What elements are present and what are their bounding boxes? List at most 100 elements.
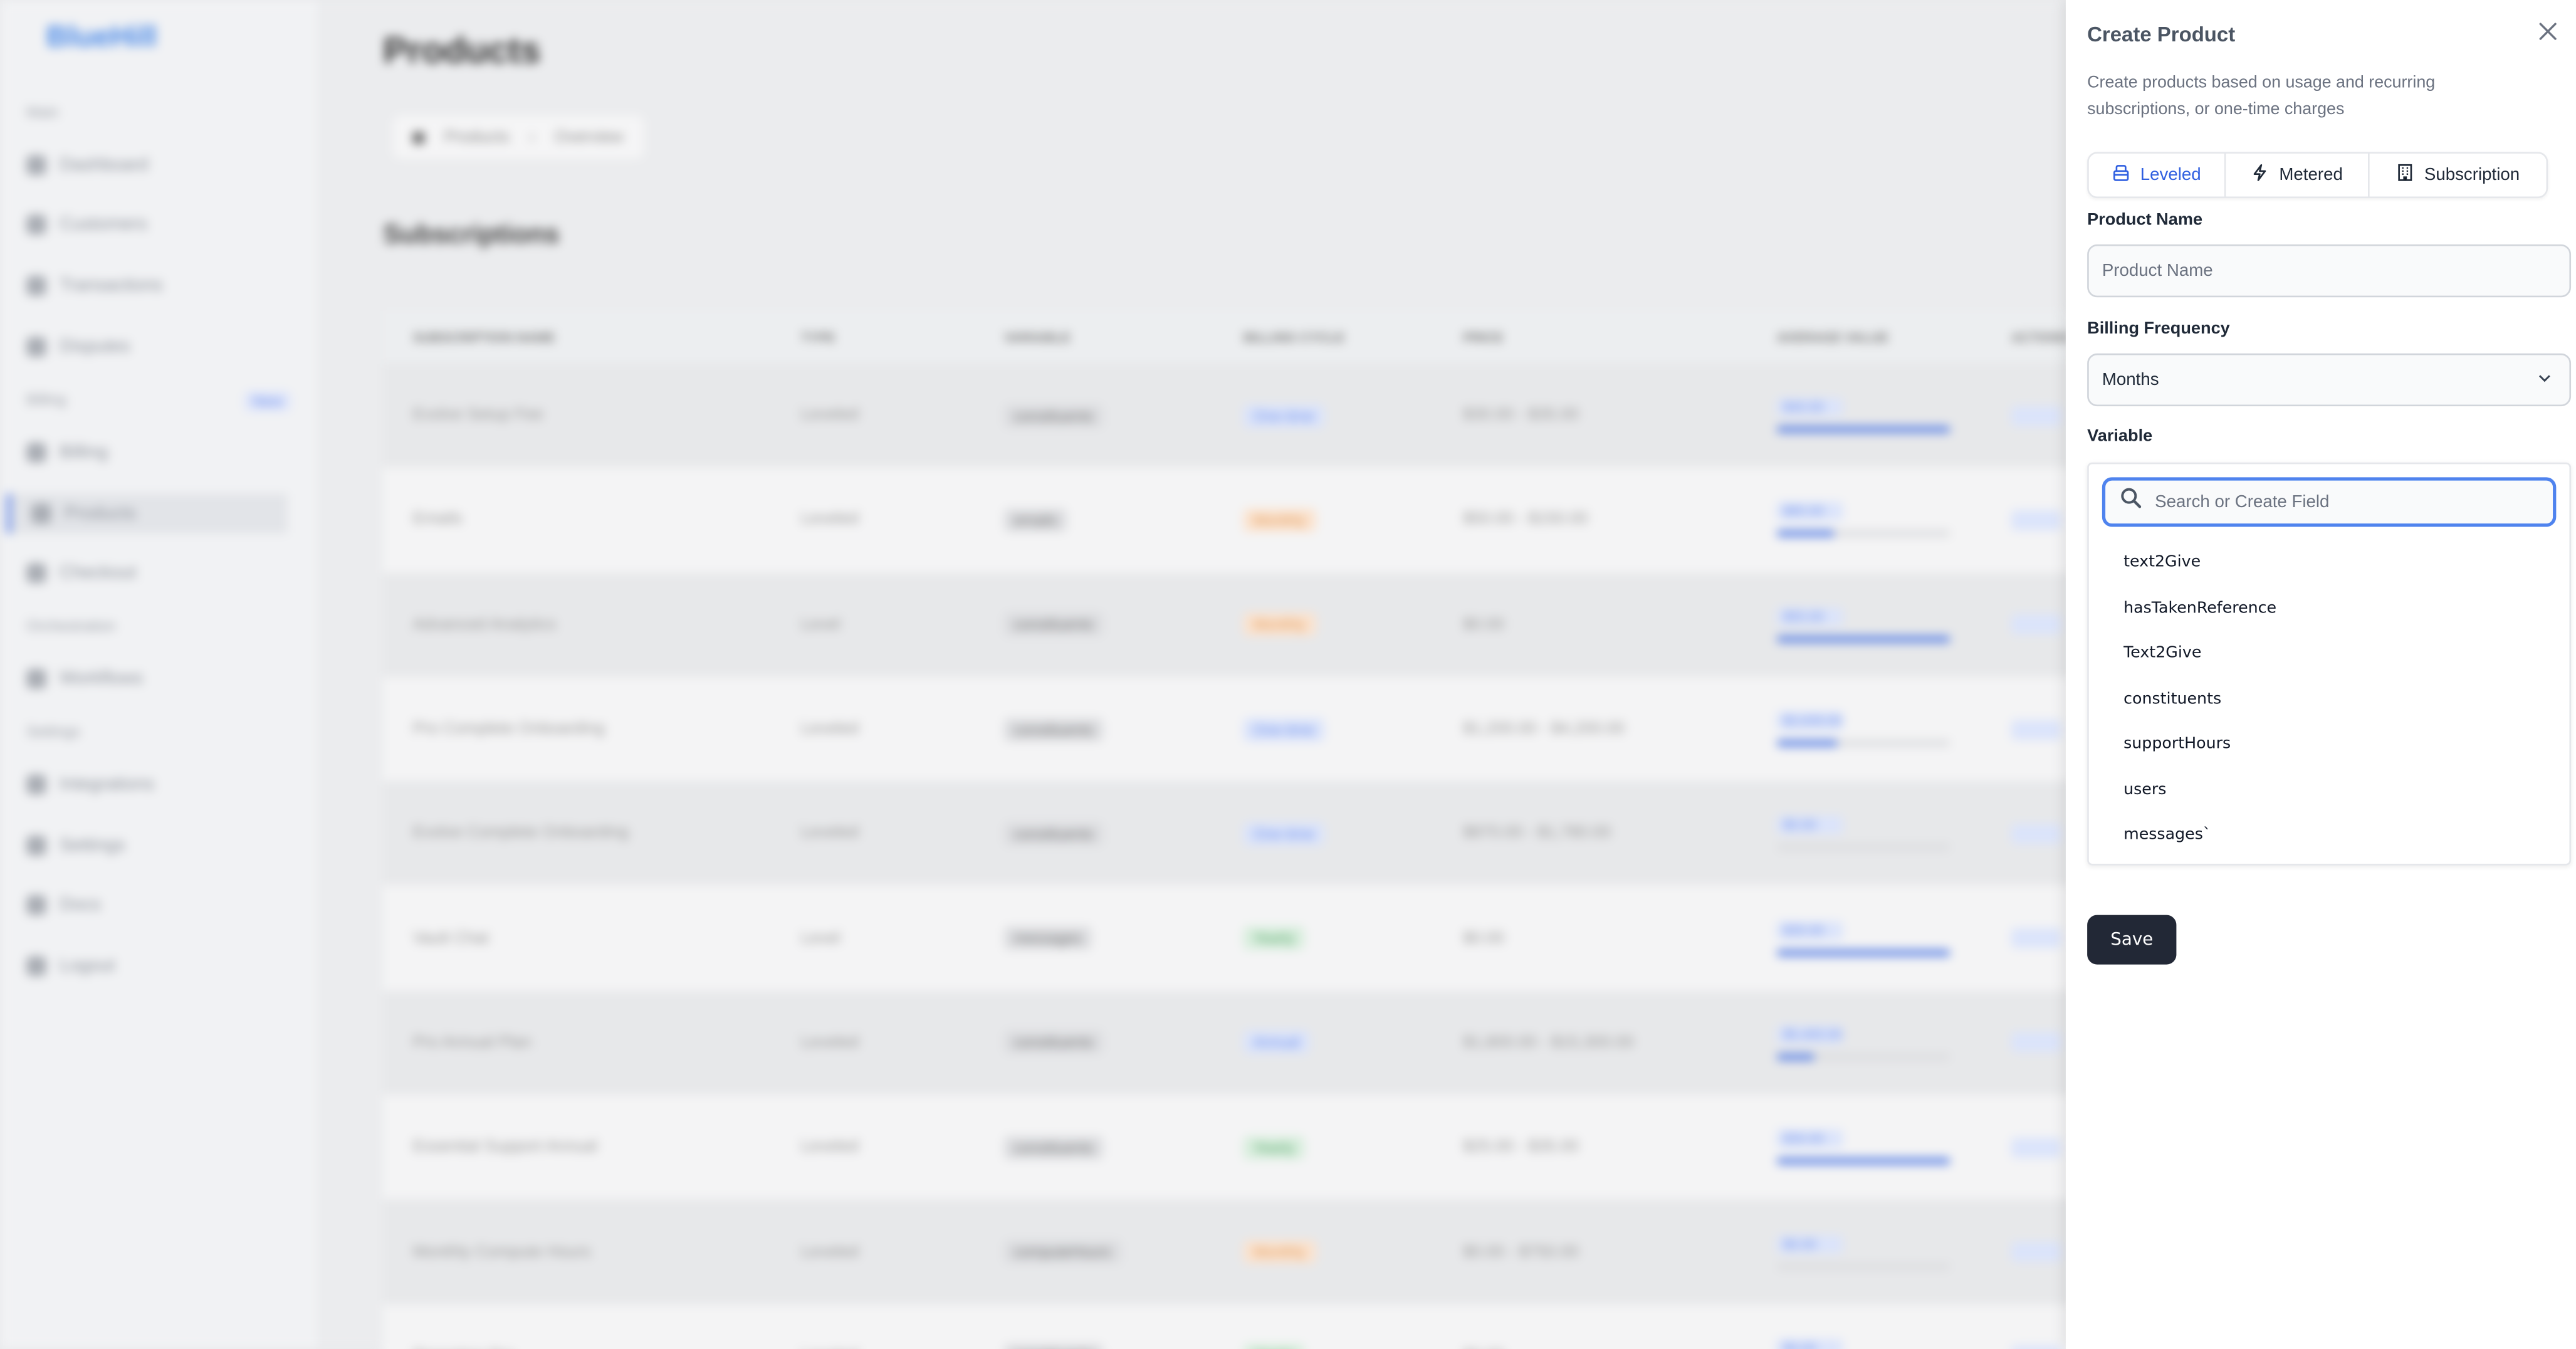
average-value: $0.00 <box>1776 1339 1950 1349</box>
price: $30.00 - $35.00 <box>1463 406 1579 425</box>
column-header: VARIABLE <box>1003 329 1071 345</box>
product-type-tabs: Leveled Metered Subscription <box>2087 152 2548 199</box>
action-button[interactable] <box>2011 719 2061 740</box>
sidebar-item-settings[interactable]: Settings <box>26 826 307 865</box>
sidebar-item-disputes[interactable]: Disputes <box>26 327 307 367</box>
workflows-icon <box>26 669 46 689</box>
price: $0.00 - $750.00 <box>1463 1242 1579 1261</box>
chevron-right-icon: › <box>529 128 535 147</box>
customers-icon <box>26 214 46 235</box>
close-icon[interactable] <box>2535 18 2561 45</box>
price: $0.00 <box>1463 929 1505 948</box>
sidebar-item-label: Transactions <box>59 275 163 296</box>
variable-option[interactable]: users <box>2123 780 2166 799</box>
variable-pill: constituents <box>1003 404 1103 428</box>
sidebar-item-workflows[interactable]: Workflows <box>26 659 307 698</box>
column-header: BILLING CYCLE <box>1243 329 1345 345</box>
average-value: $2,630.00 <box>1776 711 1950 747</box>
sidebar-item-label: Docs <box>59 895 101 915</box>
breadcrumb-item[interactable]: Overview <box>555 128 624 146</box>
action-button[interactable] <box>2011 1137 2061 1158</box>
average-value-label: $30.00 <box>1776 1130 1843 1148</box>
subscription-name: Evolve Setup Fee <box>412 406 543 425</box>
sidebar-item-billing[interactable]: Billing <box>26 433 307 472</box>
average-value: $55.00 <box>1776 607 1950 643</box>
variable-search[interactable] <box>2102 477 2557 527</box>
product-name-input[interactable] <box>2087 244 2572 298</box>
action-button[interactable] <box>2011 1346 2061 1349</box>
variable-option[interactable]: messages` <box>2123 826 2211 844</box>
average-value-bar <box>1776 740 1950 747</box>
action-button[interactable] <box>2011 824 2061 844</box>
sidebar-item-docs[interactable]: Docs <box>26 885 307 925</box>
chevron-down-icon <box>2537 369 2553 391</box>
price: $1,800.00 - $15,300.00 <box>1463 1034 1634 1052</box>
action-button[interactable] <box>2011 406 2061 426</box>
save-button[interactable]: Save <box>2087 915 2177 965</box>
sidebar-item-integrations[interactable]: Integrations <box>26 765 307 804</box>
breadcrumb-item[interactable]: Products <box>444 128 510 146</box>
subscription-name: Essential Support Annual <box>412 1138 598 1157</box>
table-row[interactable]: Reporting ProLeveledconstituentsYearly$0… <box>383 1304 2084 1349</box>
table-row[interactable]: Pro Annual Plan Leveled constituents Annual… <box>383 990 2084 1095</box>
table-row[interactable]: Pro Complete Onboarding Leveled constituen… <box>383 676 2084 782</box>
variable-option[interactable]: supportHours <box>2123 735 2231 753</box>
tab-leveled[interactable]: Leveled <box>2089 154 2226 197</box>
action-button[interactable] <box>2011 928 2061 948</box>
variable-option[interactable]: constituents <box>2123 690 2221 708</box>
variable-pill: constituents <box>1003 822 1103 846</box>
billing-frequency-select[interactable]: Months <box>2087 353 2572 407</box>
billing-badge: One-time <box>1243 822 1324 846</box>
action-button[interactable] <box>2011 510 2061 530</box>
background-page: BlueHill Main Dashboard Customers Transacti… <box>0 0 2084 1349</box>
action-button[interactable] <box>2011 1032 2061 1053</box>
variable-pill: constituents <box>1003 613 1103 636</box>
sidebar-item-customers[interactable]: Customers <box>26 205 307 244</box>
type: Leveled <box>800 1138 859 1157</box>
variable-option[interactable]: text2Give <box>2123 554 2201 572</box>
logout-icon <box>26 956 46 977</box>
tab-metered[interactable]: Metered <box>2226 154 2370 197</box>
table-row[interactable]: Evolve Complete Onboarding Leveled constit… <box>383 781 2084 886</box>
sidebar: BlueHill Main Dashboard Customers Transacti… <box>0 0 321 1349</box>
subscription-name: Monthly Compute Hours <box>412 1242 591 1261</box>
variable-search-input[interactable] <box>2155 492 2518 512</box>
variable-label: Variable <box>2087 428 2153 446</box>
sidebar-item-label: Disputes <box>59 337 130 357</box>
type: Leveled <box>800 824 859 843</box>
table-row[interactable]: Emails Leveled emails Monthly $50.00 - $150.… <box>383 468 2084 573</box>
sidebar-item-transactions[interactable]: Transactions <box>26 266 307 305</box>
column-header: PRICE <box>1463 329 1504 345</box>
type: Leveled <box>800 511 859 530</box>
product-name-label: Product Name <box>2087 211 2203 230</box>
average-value-bar <box>1776 635 1950 643</box>
sidebar-item-label: Dashboard <box>59 155 149 176</box>
page-title: Products <box>383 29 541 71</box>
table-row[interactable]: Evolve Setup Fee Leveled constituents One-t… <box>383 363 2084 468</box>
price: $50.00 - $150.00 <box>1463 511 1588 530</box>
action-button[interactable] <box>2011 1242 2061 1262</box>
sidebar-item-logout[interactable]: Logout <box>26 947 307 986</box>
sidebar-item-checkout[interactable]: Checkout <box>26 554 307 593</box>
variable-option[interactable]: hasTakenReference <box>2123 599 2276 617</box>
variable-pill: computeHours <box>1003 1240 1121 1264</box>
panel-title: Create Product <box>2087 23 2236 46</box>
home-icon <box>412 131 425 143</box>
table-row[interactable]: Advanced Analytics Level constituents Month… <box>383 572 2084 677</box>
variable-option[interactable]: Text2Give <box>2123 644 2201 662</box>
type: Leveled <box>800 1034 859 1052</box>
action-button[interactable] <box>2011 614 2061 635</box>
tab-label: Leveled <box>2140 165 2201 186</box>
table-row[interactable]: Vault Chat Level messages Yearly $0.00 $35.00 <box>383 886 2084 991</box>
sidebar-item-dashboard[interactable]: Dashboard <box>26 145 307 185</box>
table-row[interactable]: Essential Support Annual Leveled constitue… <box>383 1094 2084 1200</box>
sidebar-item-label: Products <box>64 503 137 524</box>
docs-icon <box>26 895 46 915</box>
tab-subscription[interactable]: Subscription <box>2370 154 2547 196</box>
variable-dropdown: text2Give hasTakenReference Text2Give const… <box>2087 462 2572 866</box>
table-row[interactable]: Monthly Compute Hours Leveled computeHours… <box>383 1199 2084 1304</box>
price: $0.00 <box>1463 616 1505 634</box>
bolt-icon <box>2251 164 2270 187</box>
sidebar-item-products[interactable]: Products <box>6 493 288 533</box>
subscription-name: Pro Annual Plan <box>412 1034 531 1052</box>
